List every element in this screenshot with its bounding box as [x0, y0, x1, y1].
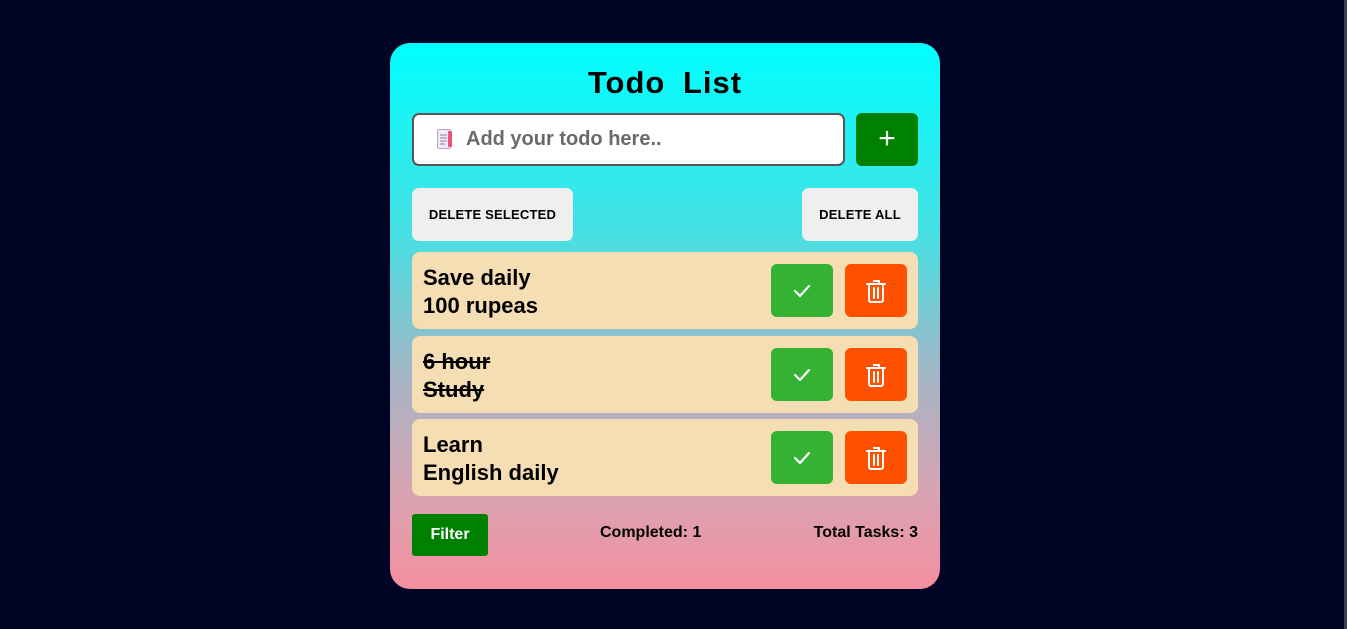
completed-count: Completed: 1 [600, 524, 702, 541]
todo-text: Save daily 100 rupeas [423, 264, 753, 320]
delete-selected-button[interactable]: DELETE SELECTED [412, 188, 573, 241]
delete-todo-button[interactable] [845, 348, 907, 401]
add-todo-button[interactable]: + [856, 113, 918, 166]
todo-text: Learn English daily [423, 431, 753, 487]
notepad-icon [437, 129, 453, 149]
delete-all-button[interactable]: DELETE ALL [802, 188, 918, 241]
trash-icon [866, 446, 886, 470]
todo-text-line: Study [423, 377, 485, 402]
todo-item[interactable]: Learn English daily [412, 419, 918, 496]
todo-input[interactable] [466, 115, 836, 164]
todo-item[interactable]: Save daily 100 rupeas [412, 252, 918, 329]
todo-text-line: English daily [423, 460, 559, 485]
todo-text-line: 100 rupeas [423, 293, 538, 318]
todo-text: 6 hour Study [423, 348, 753, 404]
todo-input-container[interactable] [412, 113, 845, 166]
filter-button[interactable]: Filter [412, 514, 488, 556]
delete-todo-button[interactable] [845, 431, 907, 484]
check-icon [793, 368, 811, 381]
todo-text-line: Save daily [423, 265, 531, 290]
todo-card: Todo List + DELETE SELECTED DELETE ALL S… [390, 43, 940, 589]
check-icon [793, 284, 811, 297]
total-tasks-count: Total Tasks: 3 [813, 524, 918, 541]
trash-icon [866, 363, 886, 387]
delete-todo-button[interactable] [845, 264, 907, 317]
todo-text-line: 6 hour [423, 349, 491, 374]
check-icon [793, 451, 811, 464]
trash-icon [866, 279, 886, 303]
complete-button[interactable] [771, 264, 833, 317]
complete-button[interactable] [771, 348, 833, 401]
todo-text-line: Learn [423, 432, 483, 457]
todo-item[interactable]: 6 hour Study [412, 336, 918, 413]
page-title: Todo List [587, 65, 743, 100]
complete-button[interactable] [771, 431, 833, 484]
